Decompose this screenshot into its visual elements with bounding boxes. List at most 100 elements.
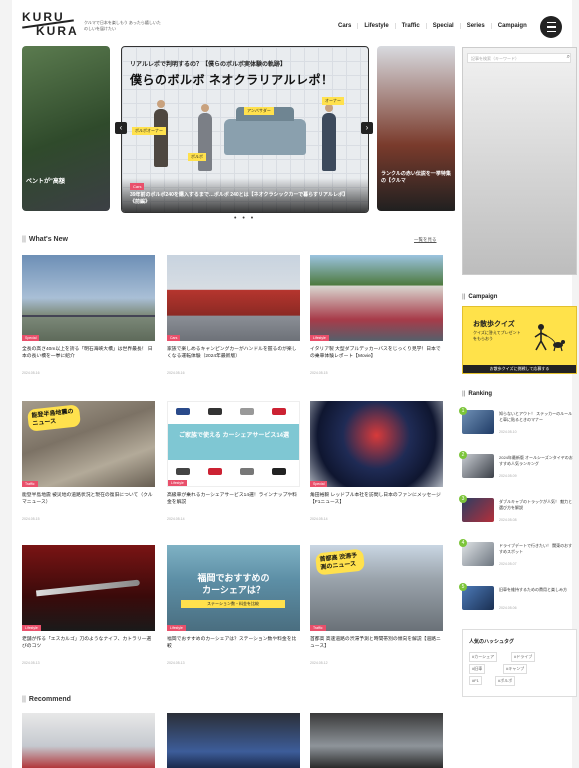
recommend-thumbnail[interactable] [22, 713, 155, 768]
hashtag-chip[interactable]: #キャンプ [503, 664, 528, 674]
article-date: 2024.05.13 [22, 661, 40, 665]
hero-category-badge: Cars [130, 183, 145, 190]
car-icon [272, 408, 286, 415]
hero-label: ボルボオーナー [132, 127, 166, 135]
ranking-item[interactable]: 3 ダブルキャブのトラックが人気！ 魅力と選び方を解説 2024.05.08 [459, 495, 575, 526]
ranking-number-badge: 3 [459, 495, 467, 503]
carousel-next-arrow-icon[interactable]: › [361, 122, 373, 134]
bridge-line [22, 315, 155, 317]
article-date: 2024.05.15 [22, 517, 40, 521]
hero-caption: 39年前のボルボ240を購入するまで…ボルボ 240とは【ネオクラシックカーで暮… [130, 192, 348, 205]
article-thumbnail: Cars [167, 255, 300, 341]
hero-slide-next[interactable]: ランクルの赤い伝説を一挙特集の【クルマ [377, 46, 455, 211]
site-logo[interactable]: KURU KURA [22, 10, 80, 40]
ranking-title: ドライブデートで行きたい！ 関東のおすすめスポット [499, 543, 573, 554]
carousel-prev-arrow-icon[interactable]: ‹ [115, 122, 127, 134]
article-title: 角田裕毅 レッドブル本社を訪問し日本のファンにメッセージ【F1ニュース】 [310, 493, 441, 505]
campaign-heading: || Campaign [462, 294, 497, 300]
article-card[interactable]: Lifestyle 老舗が作る「エスカルゴ」刀のようなナイフ、カトラリー選びのコ… [22, 545, 155, 665]
nav-special[interactable]: Special [427, 23, 461, 29]
volvo-car-image [224, 107, 306, 155]
article-card[interactable]: Special 角田裕毅 レッドブル本社を訪問し日本のファンにメッセージ【F1ニ… [310, 401, 443, 521]
search-input[interactable]: 記事を検索（キーワード） [467, 53, 571, 63]
ranking-item[interactable]: 2 2024年最新版 オールシーズンタイヤのおすすめ人気ランキング 2024.0… [459, 451, 575, 482]
article-title: イタリア製 大型ダブルデッカーバスをじっくり見学！日本での乗車体験レポート【Mo… [310, 347, 441, 359]
hero-label: アンバサダー [244, 107, 274, 115]
ranking-item[interactable]: 5 旧車を維持するための費用と楽しみ方 2024.05.06 [459, 583, 575, 614]
car-icon [272, 468, 286, 475]
carousel-pagination-dots[interactable]: • • • [234, 215, 255, 222]
car-icon [240, 408, 254, 415]
article-date: 2024.05.12 [310, 661, 328, 665]
hashtag-chip[interactable]: #ドライブ [511, 652, 536, 662]
hero-slide-prev[interactable]: ベントが"高額 [22, 46, 110, 211]
nav-campaign[interactable]: Campaign [492, 23, 533, 29]
ranking-title: ダブルキャブのトラックが人気！ 魅力と選び方を解説 [499, 499, 573, 510]
ranking-date: 2024.05.08 [499, 518, 517, 522]
nav-lifestyle[interactable]: Lifestyle [358, 23, 396, 29]
news-stamp: 能登半島地震のニュース [26, 404, 82, 432]
nav-cars[interactable]: Cars [332, 23, 359, 29]
search-icon[interactable]: ⌕ [567, 54, 570, 61]
article-date: 2024.05.14 [310, 517, 328, 521]
hero-label: ボルボ [188, 153, 206, 161]
category-badge: Special [22, 335, 40, 341]
ranking-heading-text: Ranking [468, 391, 493, 397]
hero-title: 僕らのボルボ ネオクラリアルレポ！ [130, 73, 334, 87]
article-card[interactable]: ご家族で使える カーシェアサービス14選 Lifestyle 高級車が乗れるカー… [167, 401, 300, 521]
walking-dog-illustration-icon [534, 324, 565, 352]
article-card[interactable]: Special 全長の高さ40m以上を誇る「明石海峡大橋」は世界最長！ 日本の長… [22, 255, 155, 375]
recommend-heading-text: Recommend [28, 696, 71, 703]
hero-slide-main[interactable]: リアルレポで判明するの？【僕らのボルボ実体験の軌跡】 僕らのボルボ ネオクラリア… [121, 46, 369, 213]
hashtag-chip[interactable]: #F1 [469, 676, 482, 685]
hashtag-box-title: 人気のハッシュタグ [469, 639, 515, 645]
article-date: 2024.05.16 [22, 371, 40, 375]
heading-bar-icon: || [22, 696, 26, 703]
article-title: 家族で楽しめるキャンピングカーがハンドルを握るのが楽しくなる運転体験（2024年… [167, 347, 297, 359]
hero-slide-next-caption: ランクルの赤い伝説を一挙特集の【クルマ [381, 171, 451, 184]
article-card[interactable]: 能登半島地震のニュース Traffic 能登半島地震 被災地の道路状況と現在の復… [22, 401, 155, 521]
category-badge: Traffic [22, 481, 38, 487]
article-thumbnail: 福岡でおすすめの カーシェアは？ ステーション数・料金を比較 Lifestyle [167, 545, 300, 631]
ranking-number-badge: 5 [459, 583, 467, 591]
ranking-number-badge: 2 [459, 451, 467, 459]
article-thumbnail: Lifestyle [310, 255, 443, 341]
article-title: 全長の高さ40m以上を誇る「明石海峡大橋」は世界最長！ 日本の長い橋を一挙に紹介 [22, 347, 153, 359]
hamburger-menu-button[interactable] [540, 16, 562, 38]
ranking-thumbnail [462, 542, 494, 566]
ranking-title: 知らないとアウト！ ステッカーのルールと車に貼るときのマナー [499, 411, 573, 422]
article-card[interactable]: Lifestyle イタリア製 大型ダブルデッカーバスをじっくり見学！日本での乗… [310, 255, 443, 375]
car-icon [208, 408, 222, 415]
see-all-link[interactable]: 一覧を見る [414, 237, 437, 243]
nav-traffic[interactable]: Traffic [396, 23, 427, 29]
article-title: 首都高 高速道路の渋滞予測と時間帯別の傾向を解説【道路ニュース】 [310, 637, 441, 649]
car-icon [176, 408, 190, 415]
ranking-heading: || Ranking [462, 391, 492, 397]
ranking-date: 2024.05.09 [499, 474, 517, 478]
hashtag-chip[interactable]: #ボルボ [495, 676, 516, 686]
person-figure [154, 100, 168, 167]
hashtag-chip[interactable]: #カーシェア [469, 652, 498, 662]
hashtag-chip[interactable]: #旧車 [469, 664, 486, 674]
recommend-thumbnail[interactable] [167, 713, 300, 768]
ranking-item[interactable]: 1 知らないとアウト！ ステッカーのルールと車に貼るときのマナー 2024.05… [459, 407, 575, 438]
article-title: 高級車が乗れるカーシェアサービス14選！ラインナップや料金を解説 [167, 493, 297, 505]
article-thumbnail: Special [22, 255, 155, 341]
ranking-thumbnail [462, 410, 494, 434]
campaign-heading-text: Campaign [468, 294, 498, 300]
nav-series[interactable]: Series [461, 23, 492, 29]
article-date: 2024.05.14 [167, 517, 185, 521]
heading-bar-icon: || [462, 294, 466, 300]
sidebar-search-panel: 記事を検索（キーワード） ⌕ [462, 47, 577, 275]
campaign-banner[interactable]: お散歩クイズ クイズに答えてプレゼントをもらおう お散歩クイズに挑戦して応募する [462, 306, 577, 374]
site-tagline: クルマで日本を楽しもう あったら嬉しいたのしいを届けたい [84, 20, 161, 31]
category-badge: Traffic [310, 625, 326, 631]
article-card[interactable]: Cars 家族で楽しめるキャンピングカーがハンドルを握るのが楽しくなる運転体験（… [167, 255, 300, 375]
carshare-banner-text: ご家族で使える カーシェアサービス14選 [178, 433, 290, 439]
article-date: 2024.05.16 [167, 371, 185, 375]
ranking-item[interactable]: 4 ドライブデートで行きたい！ 関東のおすすめスポット 2024.05.07 [459, 539, 575, 570]
ranking-thumbnail [462, 498, 494, 522]
article-card[interactable]: 首都高 渋滞予測のニュース Traffic 首都高 高速道路の渋滞予測と時間帯別… [310, 545, 443, 665]
article-card[interactable]: 福岡でおすすめの カーシェアは？ ステーション数・料金を比較 Lifestyle… [167, 545, 300, 665]
recommend-thumbnail[interactable] [310, 713, 443, 768]
